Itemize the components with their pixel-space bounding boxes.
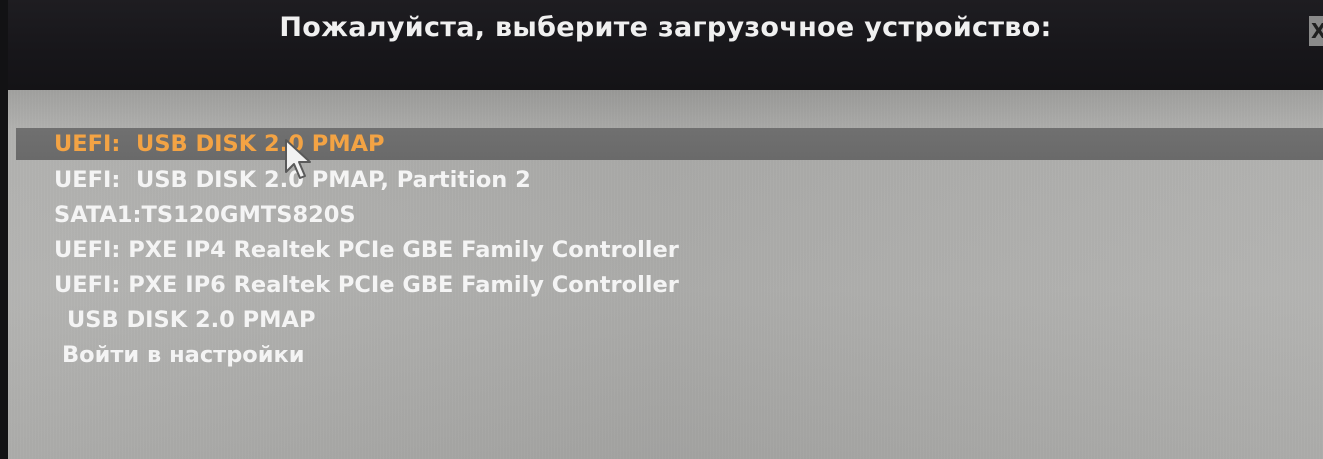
mouse-pointer-icon [285, 139, 311, 179]
boot-device-list: UEFI: USB DISK 2.0 PMAP UEFI: USB DISK 2… [8, 128, 1323, 373]
title-bar: Пожалуйста, выберите загрузочное устройс… [8, 0, 1323, 90]
boot-menu-screen: Пожалуйста, выберите загрузочное устройс… [0, 0, 1323, 459]
dialog-title: Пожалуйста, выберите загрузочное устройс… [279, 12, 1052, 43]
boot-device-panel: UEFI: USB DISK 2.0 PMAP UEFI: USB DISK 2… [8, 90, 1323, 459]
close-button[interactable]: X [1309, 16, 1323, 46]
boot-device-pxe-ip6[interactable]: UEFI: PXE IP6 Realtek PCIe GBE Family Co… [8, 268, 1323, 303]
boot-device-sata1[interactable]: SATA1:TS120GMTS820S [8, 198, 1323, 233]
boot-device-uefi-usb-disk-partition-2[interactable]: UEFI: USB DISK 2.0 PMAP, Partition 2 [8, 163, 1323, 198]
enter-setup-item[interactable]: Войти в настройки [8, 338, 1323, 373]
boot-device-usb-disk-legacy[interactable]: USB DISK 2.0 PMAP [8, 303, 1323, 338]
boot-device-pxe-ip4[interactable]: UEFI: PXE IP4 Realtek PCIe GBE Family Co… [8, 233, 1323, 268]
boot-device-uefi-usb-disk[interactable]: UEFI: USB DISK 2.0 PMAP [16, 128, 1323, 160]
